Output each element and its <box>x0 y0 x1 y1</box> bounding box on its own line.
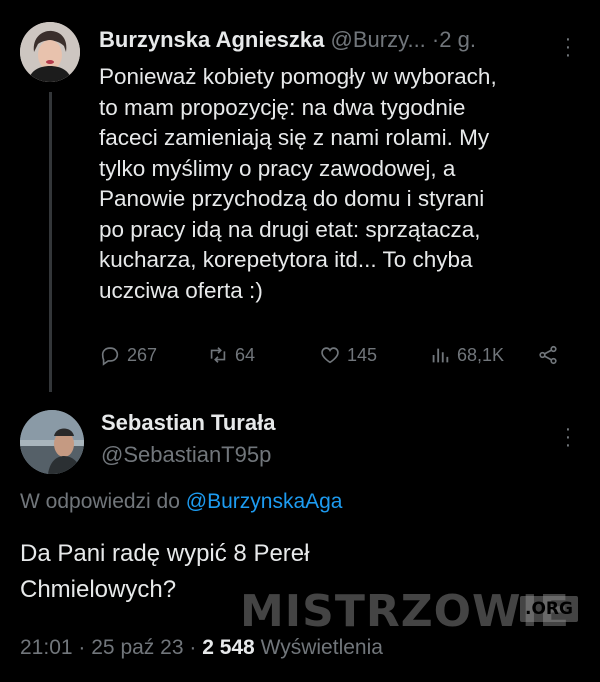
reply-date[interactable]: 25 paź 23 <box>91 636 183 659</box>
reply-view-count: 2 548 <box>202 636 255 659</box>
retweet-icon <box>210 347 226 363</box>
reply-context: W odpowiedzi do @BurzynskaAga <box>20 490 343 514</box>
retweet-button[interactable]: 64 <box>207 344 255 366</box>
tweet-header: Burzynska Agnieszka @Burzy... ·2 g. <box>99 27 476 53</box>
reply-meta: 21:01 · 25 paź 23 · 2 548 Wyświetlenia <box>20 636 383 660</box>
speech-bubble-icon <box>101 347 119 366</box>
reply-mention-link[interactable]: @BurzynskaAga <box>186 490 343 513</box>
heart-icon <box>321 347 339 364</box>
tweet-text: Ponieważ kobiety pomogły w wyborach, to … <box>99 64 497 303</box>
thread-connector-line <box>49 92 52 392</box>
like-count: 145 <box>347 344 378 365</box>
reply-author-handle[interactable]: @SebastianT95p <box>101 442 271 468</box>
watermark-suffix: .ORG <box>520 596 578 622</box>
retweet-count: 64 <box>235 344 256 365</box>
views-button[interactable]: 68,1K <box>429 344 504 366</box>
original-tweet: Burzynska Agnieszka @Burzy... ·2 g. · · · … <box>0 0 600 400</box>
tweet-actions: 267 64 145 68,1K <box>99 344 569 374</box>
reply-button[interactable]: 267 <box>99 344 157 366</box>
author-name[interactable]: Burzynska Agnieszka <box>99 27 324 52</box>
more-dots-icon[interactable]: · · · <box>563 29 573 65</box>
reply-count: 267 <box>127 344 158 365</box>
share-icon <box>539 345 557 365</box>
author-handle[interactable]: @Burzy... <box>331 27 426 52</box>
reply-views-label: Wyświetlenia <box>260 636 383 659</box>
avatar[interactable] <box>20 410 84 474</box>
avatar[interactable] <box>20 22 80 82</box>
like-button[interactable]: 145 <box>319 344 377 366</box>
separator: · <box>189 636 197 659</box>
view-count: 68,1K <box>457 344 505 365</box>
share-button[interactable] <box>537 344 559 366</box>
bar-chart-icon <box>432 348 449 363</box>
more-dots-icon[interactable]: · · · <box>563 419 573 455</box>
separator: · <box>78 636 86 659</box>
reply-time[interactable]: 21:01 <box>20 636 73 659</box>
tweet-time[interactable]: 2 g. <box>439 27 476 52</box>
reply-prefix: W odpowiedzi do <box>20 490 180 513</box>
reply-author-name[interactable]: Sebastian Turała <box>101 410 275 436</box>
